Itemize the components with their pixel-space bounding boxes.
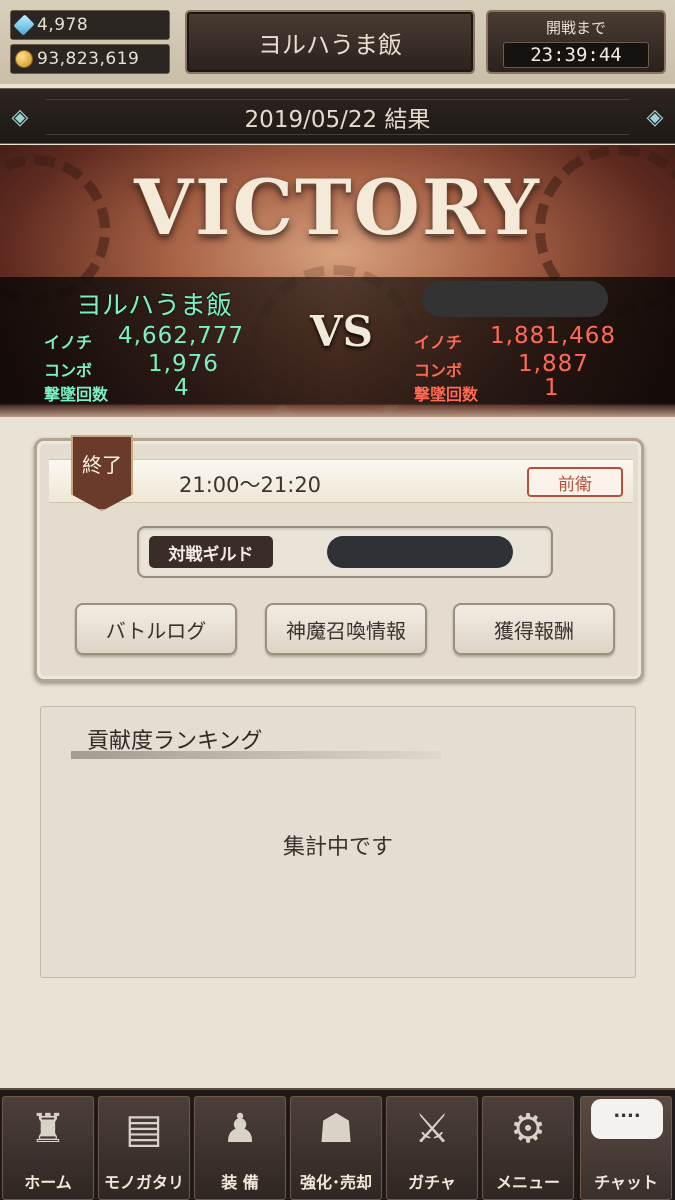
gears-icon: ⚙ bbox=[510, 1106, 546, 1152]
guild-name-button[interactable]: ヨルハうま飯 bbox=[185, 10, 475, 74]
nav-story[interactable]: ▤ モノガタリ bbox=[98, 1096, 190, 1200]
book-icon: ▤ bbox=[125, 1106, 163, 1152]
nav-menu-label: メニュー bbox=[495, 1173, 560, 1192]
mask-icon: ☗ bbox=[318, 1106, 354, 1152]
result-date-bar: ◈ 2019/05/22 結果 ◈ bbox=[0, 88, 675, 144]
our-combo-label: コンボ bbox=[44, 361, 93, 380]
coin-icon bbox=[11, 50, 37, 68]
summon-info-button[interactable]: 神魔召喚情報 bbox=[265, 603, 427, 655]
score-panel: ヨルハうま飯 イノチ 4,662,777 コンボ 1,976 撃墜回数 4 VS… bbox=[0, 277, 675, 405]
nav-equipment-label: 装 備 bbox=[221, 1173, 259, 1192]
nav-home-label: ホーム bbox=[24, 1173, 72, 1192]
battle-log-label: バトルログ bbox=[105, 618, 207, 643]
enemy-combo-value: 1,887 bbox=[518, 351, 589, 377]
castle-icon: ♜ bbox=[30, 1106, 66, 1152]
contribution-ranking-panel: 貢献度ランキング 集計中です bbox=[40, 706, 636, 978]
battle-countdown-label: 開戦まで bbox=[545, 19, 606, 37]
victory-headline: VICTORY bbox=[134, 163, 541, 252]
versus-label: VS bbox=[310, 307, 373, 356]
crystal-counter: 4,978 bbox=[10, 10, 170, 40]
prev-arrow-icon[interactable]: ◈ bbox=[0, 95, 40, 139]
chat-bubble-text: .... bbox=[591, 1099, 663, 1139]
enemy-life-label: イノチ bbox=[414, 333, 463, 352]
our-team-name: ヨルハうま飯 bbox=[76, 291, 233, 321]
crossed-swords-icon: ⚔ bbox=[414, 1106, 450, 1152]
enemy-combo-label: コンボ bbox=[414, 361, 463, 380]
rewards-button[interactable]: 獲得報酬 bbox=[453, 603, 615, 655]
nav-gacha[interactable]: ⚔ ガチャ bbox=[386, 1096, 478, 1200]
nav-menu[interactable]: ⚙ メニュー bbox=[482, 1096, 574, 1200]
nav-gacha-label: ガチャ bbox=[408, 1173, 456, 1192]
nav-enhance-sell-label: 強化･売却 bbox=[299, 1173, 372, 1192]
crystal-icon bbox=[11, 14, 37, 36]
enemy-kills-value: 1 bbox=[544, 375, 560, 401]
nav-chat-label: チャット bbox=[594, 1173, 658, 1192]
next-arrow-icon[interactable]: ◈ bbox=[635, 95, 675, 139]
our-combo-value: 1,976 bbox=[148, 351, 219, 377]
enemy-team-name-redacted bbox=[422, 281, 608, 317]
nav-chat[interactable]: .... チャット bbox=[580, 1096, 672, 1200]
crystal-amount: 4,978 bbox=[37, 15, 89, 35]
chat-bubble-icon: .... bbox=[581, 1097, 671, 1161]
enemy-life-value: 1,881,468 bbox=[490, 323, 617, 349]
battle-countdown: 開戦まで 23:39:44 bbox=[486, 10, 666, 74]
our-kills-label: 撃墜回数 bbox=[44, 385, 109, 404]
ranking-status: 集計中です bbox=[282, 835, 393, 860]
summon-info-label: 神魔召喚情報 bbox=[286, 618, 406, 643]
nav-story-label: モノガタリ bbox=[103, 1173, 184, 1192]
our-kills-value: 4 bbox=[174, 375, 190, 401]
position-badge: 前衛 bbox=[527, 467, 623, 497]
nav-home[interactable]: ♜ ホーム bbox=[2, 1096, 94, 1200]
battle-log-button[interactable]: バトルログ bbox=[75, 603, 237, 655]
our-life-value: 4,662,777 bbox=[118, 323, 245, 349]
opponent-guild-label: 対戦ギルド bbox=[149, 536, 273, 568]
nav-equipment[interactable]: ♟ 装 備 bbox=[194, 1096, 286, 1200]
opponent-guild-name-redacted bbox=[327, 536, 513, 568]
gold-counter: 93,823,619 bbox=[10, 44, 170, 74]
top-status-bar: 4,978 93,823,619 ヨルハうま飯 開戦まで 23:39:44 bbox=[0, 0, 675, 84]
battle-time-strip: 21:00〜21:20 前衛 bbox=[49, 459, 633, 503]
puppet-icon: ♟ bbox=[222, 1106, 258, 1152]
ranking-title: 貢献度ランキング bbox=[87, 729, 263, 754]
our-life-label: イノチ bbox=[44, 333, 93, 352]
gold-amount: 93,823,619 bbox=[37, 49, 140, 69]
nav-enhance-sell[interactable]: ☗ 強化･売却 bbox=[290, 1096, 382, 1200]
rewards-label: 獲得報酬 bbox=[494, 618, 574, 643]
battle-info-card: 21:00〜21:20 前衛 終了 対戦ギルド バトルログ 神魔召喚情報 獲得報… bbox=[34, 435, 644, 682]
battle-countdown-time: 23:39:44 bbox=[503, 42, 649, 68]
result-date-title: 2019/05/22 結果 bbox=[244, 107, 431, 133]
battle-time-range: 21:00〜21:20 bbox=[179, 473, 322, 497]
enemy-kills-label: 撃墜回数 bbox=[414, 385, 479, 404]
guild-name-label: ヨルハうま飯 bbox=[258, 30, 402, 59]
bottom-nav: ♜ ホーム ▤ モノガタリ ♟ 装 備 ☗ 強化･売却 ⚔ ガチャ ⚙ メニュー… bbox=[0, 1088, 675, 1200]
victory-banner: VICTORY ヨルハうま飯 イノチ 4,662,777 コンボ 1,976 撃… bbox=[0, 145, 675, 417]
opponent-guild-field: 対戦ギルド bbox=[137, 526, 553, 578]
